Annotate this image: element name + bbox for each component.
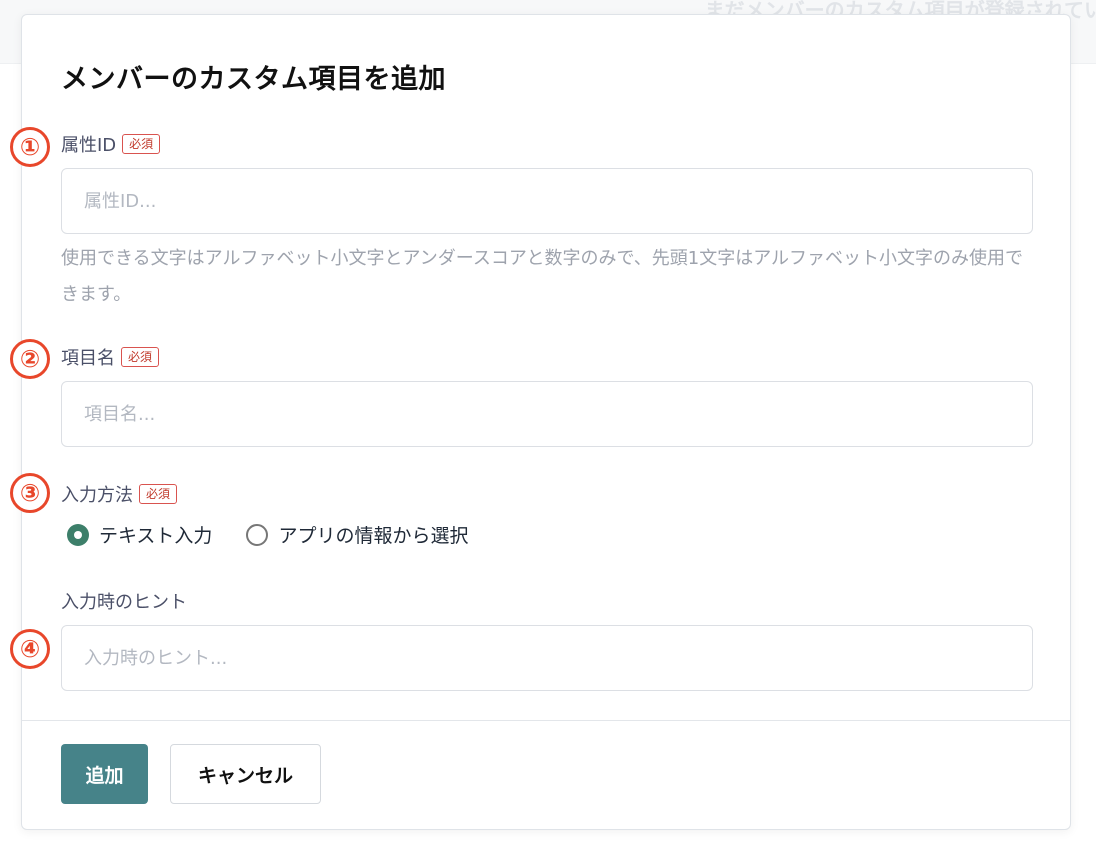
radio-select-from-app-label: アプリの情報から選択: [278, 525, 469, 547]
required-badge: 必須: [139, 484, 178, 504]
step-marker-3: ③: [10, 473, 50, 513]
attribute-id-input[interactable]: [61, 168, 1033, 234]
radio-text-input[interactable]: テキスト入力: [67, 521, 212, 548]
input-hint-label-text: 入力時のヒント: [61, 592, 187, 613]
radio-checked-icon[interactable]: [67, 523, 89, 546]
radio-unchecked-icon[interactable]: [246, 523, 269, 546]
attribute-id-help-text: 使用できる文字はアルファベット小文字とアンダースコアと数字のみで、先頭1文字はア…: [61, 248, 1024, 305]
item-name-input[interactable]: [61, 381, 1033, 447]
required-badge: 必須: [121, 347, 160, 367]
add-custom-field-modal: メンバーのカスタム項目を追加 ① 属性ID 必須 使用できる文字はアルファベット…: [10, 14, 1071, 830]
step-marker-2: ②: [10, 339, 50, 379]
input-method-label: 入力方法 必須: [61, 481, 178, 507]
input-hint-input[interactable]: [61, 625, 1033, 691]
input-method-label-text: 入力方法: [61, 485, 133, 506]
attribute-id-label-text: 属性ID: [61, 135, 117, 156]
radio-dot-icon: [74, 530, 82, 539]
footer-divider: [22, 720, 1070, 721]
step-marker-4: ④: [10, 629, 50, 669]
radio-select-from-app[interactable]: アプリの情報から選択: [246, 521, 468, 548]
add-button[interactable]: 追加: [61, 744, 148, 804]
input-method-radio-group: テキスト入力 アプリの情報から選択: [67, 521, 502, 548]
modal-title: メンバーのカスタム項目を追加: [61, 64, 446, 95]
input-hint-label: 入力時のヒント: [61, 588, 187, 614]
item-name-label: 項目名 必須: [61, 344, 160, 370]
item-name-label-text: 項目名: [61, 348, 115, 369]
step-marker-1: ①: [10, 127, 50, 167]
attribute-id-label: 属性ID 必須: [61, 131, 161, 157]
required-badge: 必須: [122, 134, 161, 154]
cancel-button[interactable]: キャンセル: [170, 744, 321, 804]
radio-text-input-label: テキスト入力: [99, 525, 213, 547]
